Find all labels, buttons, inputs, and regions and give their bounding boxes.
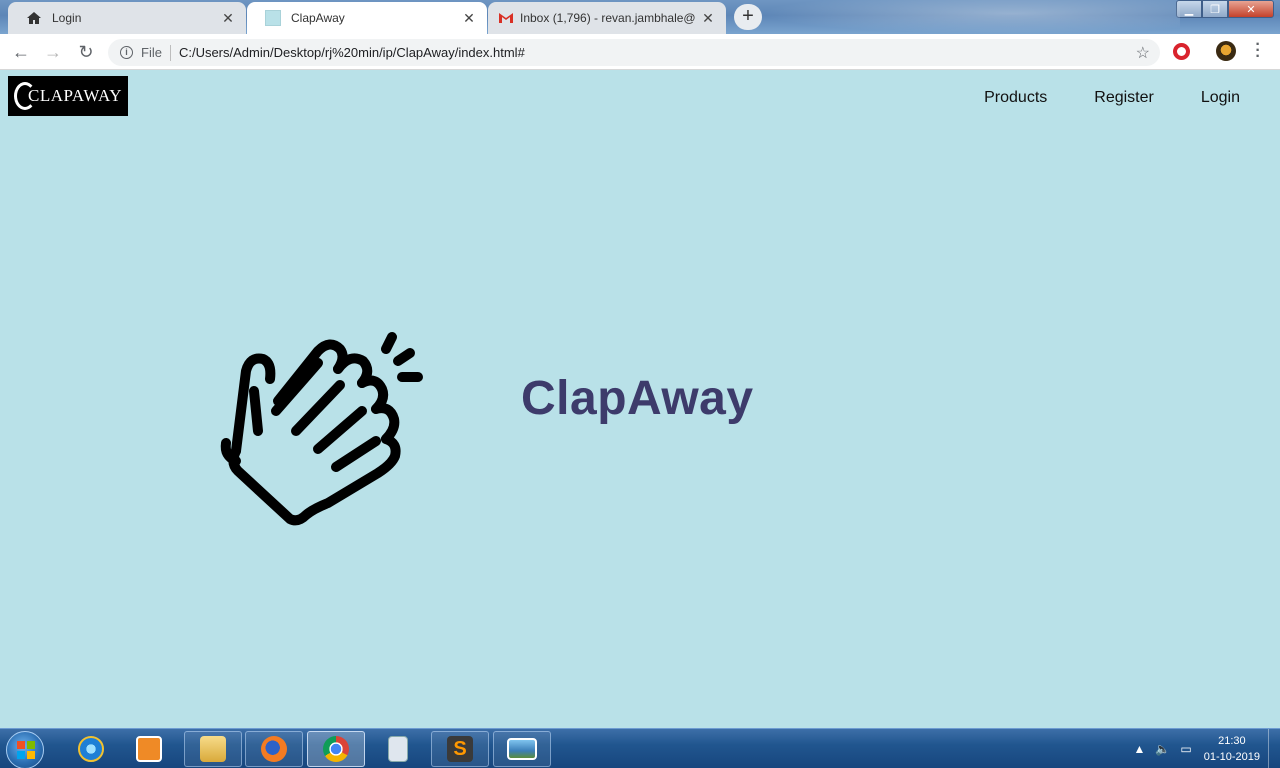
sublime-glyph: S: [447, 736, 473, 762]
bookmark-star-icon[interactable]: ☆: [1136, 43, 1150, 63]
clapping-hands-icon: [220, 332, 423, 526]
nav-register[interactable]: Register: [1047, 89, 1154, 107]
logo-text: CLAPAWAY: [28, 86, 122, 105]
close-icon[interactable]: ✕: [700, 10, 716, 27]
taskbar-clock[interactable]: 21:30 01-10-2019: [1204, 733, 1260, 765]
ie-glyph: [78, 736, 104, 762]
internet-explorer-icon[interactable]: [62, 731, 120, 767]
url-text[interactable]: C:/Users/Admin/Desktop/rj%20min/ip/ClapA…: [179, 45, 525, 60]
new-tab-button[interactable]: +: [734, 4, 762, 30]
firefox-glyph: [261, 736, 287, 762]
address-bar[interactable]: i File C:/Users/Admin/Desktop/rj%20min/i…: [108, 39, 1160, 66]
opera-extension-icon[interactable]: [1173, 43, 1190, 60]
page-content: CLAPAWAY Products Register Login ClapAwa…: [0, 71, 1280, 728]
nav-products[interactable]: Products: [937, 89, 1047, 107]
file-explorer-icon[interactable]: [184, 731, 242, 767]
tab-title: ClapAway: [291, 11, 345, 25]
profile-avatar[interactable]: [1216, 41, 1236, 61]
windows-taskbar: S ▲ 🔈 ▭ 21:30 01-10-2019: [0, 728, 1280, 768]
chrome-icon[interactable]: [307, 731, 365, 767]
hero-title: ClapAway: [521, 372, 754, 425]
show-hidden-icons-icon[interactable]: ▲: [1134, 742, 1146, 756]
media-glyph: [136, 736, 162, 762]
calculator-glyph: [388, 736, 408, 762]
system-tray: ▲ 🔈 ▭ 21:30 01-10-2019: [1124, 729, 1260, 768]
tab-inbox[interactable]: Inbox (1,796) - revan.jambhale@ ✕: [488, 2, 726, 34]
reload-button[interactable]: ↻: [75, 42, 97, 64]
info-icon[interactable]: i: [120, 46, 133, 59]
menu-icon[interactable]: · · ·: [1252, 37, 1264, 65]
close-icon[interactable]: ✕: [461, 10, 477, 27]
windows-logo-icon: [17, 741, 35, 759]
home-icon: [26, 10, 42, 26]
main-nav: Products Register Login: [937, 89, 1240, 107]
logo-mark: [14, 82, 37, 110]
photo-viewer-icon[interactable]: [493, 731, 551, 767]
close-window-button[interactable]: ✕: [1228, 0, 1274, 18]
calculator-icon[interactable]: [369, 731, 427, 767]
photo-glyph: [507, 738, 537, 760]
scheme-label: File: [141, 45, 162, 60]
window-controls: ▁ ❐ ✕: [1176, 0, 1274, 18]
browser-toolbar: ← → ↻ i File C:/Users/Admin/Desktop/rj%2…: [0, 34, 1280, 70]
nav-login[interactable]: Login: [1154, 89, 1240, 107]
forward-button[interactable]: →: [42, 42, 64, 64]
folder-glyph: [200, 736, 226, 762]
volume-icon[interactable]: 🔈: [1155, 742, 1170, 756]
page-favicon: [265, 10, 281, 26]
tab-clapaway[interactable]: ClapAway ✕: [247, 2, 487, 34]
browser-tab-strip: Login ✕ ClapAway ✕ Inbox (1,796) - revan…: [0, 0, 1280, 34]
back-button[interactable]: ←: [10, 42, 32, 64]
sublime-text-icon[interactable]: S: [431, 731, 489, 767]
tab-title: Login: [52, 11, 82, 25]
clock-time: 21:30: [1218, 735, 1246, 747]
clock-date: 01-10-2019: [1203, 751, 1260, 763]
tab-title: Inbox (1,796) - revan.jambhale@: [520, 11, 696, 25]
site-logo[interactable]: CLAPAWAY: [8, 76, 128, 116]
close-icon[interactable]: ✕: [220, 10, 236, 27]
media-player-icon[interactable]: [120, 731, 178, 767]
tab-login[interactable]: Login ✕: [8, 2, 246, 34]
show-desktop-button[interactable]: [1268, 729, 1280, 768]
maximize-button[interactable]: ❐: [1202, 0, 1228, 18]
start-button[interactable]: [6, 731, 44, 768]
network-icon[interactable]: ▭: [1180, 742, 1191, 756]
firefox-icon[interactable]: [245, 731, 303, 767]
minimize-button[interactable]: ▁: [1176, 0, 1202, 18]
chrome-glyph: [323, 736, 349, 762]
divider: [169, 44, 171, 61]
gmail-icon: [498, 10, 514, 26]
